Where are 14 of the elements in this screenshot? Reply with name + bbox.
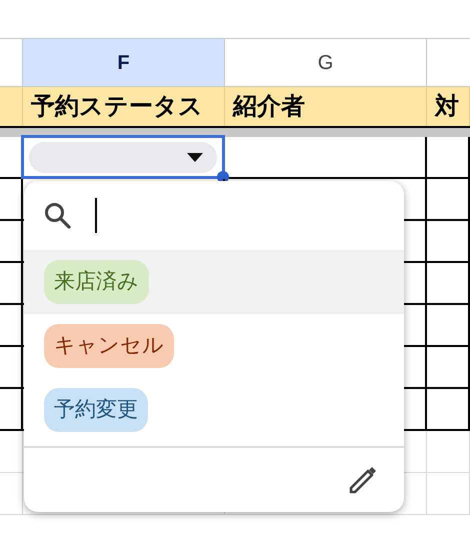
table-header-cell-text: 予約ステータス <box>31 92 203 122</box>
menu-item[interactable]: 来店済み <box>24 250 404 314</box>
pencil-icon <box>348 465 378 495</box>
caret-icon <box>187 152 203 162</box>
menu-item[interactable]: キャンセル <box>24 314 404 378</box>
search-icon <box>44 202 71 229</box>
column-header[interactable]: F <box>23 39 225 86</box>
status-chip: キャンセル <box>44 324 174 368</box>
table-header-cell-text: 紹介者 <box>233 92 305 122</box>
menu-item[interactable]: 予約変更 <box>24 378 404 442</box>
status-chip: 来店済み <box>44 260 149 304</box>
status-chip: 予約変更 <box>44 388 148 432</box>
table-header-cell-text: 対 <box>435 92 459 122</box>
column-header[interactable]: G <box>225 39 427 86</box>
